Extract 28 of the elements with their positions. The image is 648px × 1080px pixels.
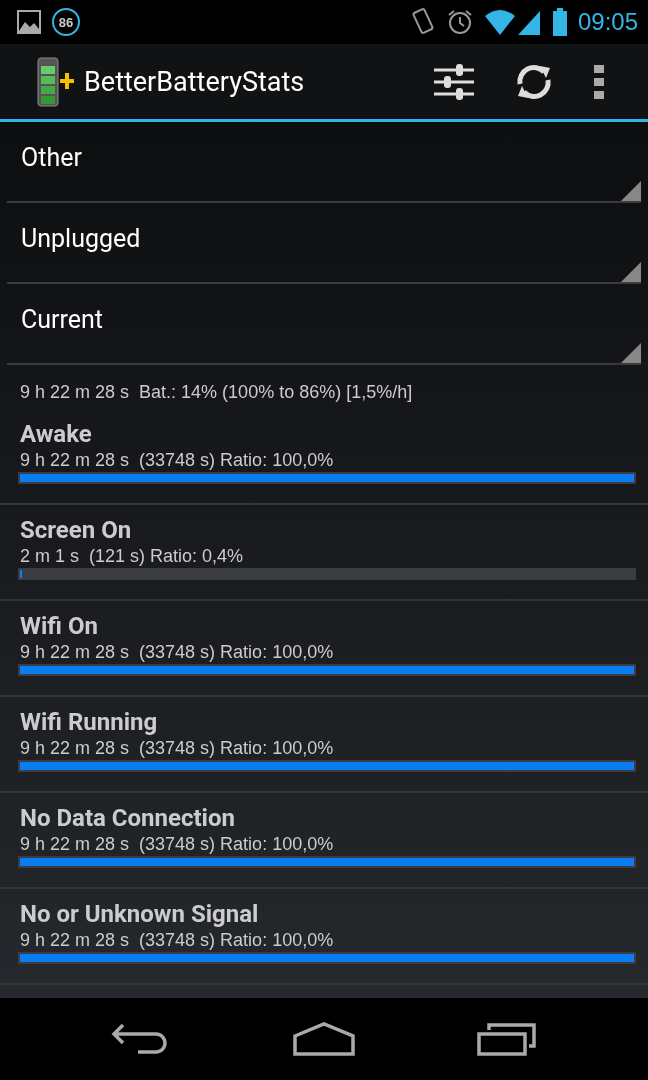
stat-title: Wifi Running [20, 708, 159, 736]
dropdown-spinner[interactable]: Current [7, 284, 641, 365]
vibrate-phone-icon [409, 7, 436, 37]
battery-summary: 9 h 22 m 28 s Bat.: 14% (100% to 86%) [1,5%/h] [19, 381, 414, 404]
stat-title: Wifi On [20, 612, 99, 640]
dropdown-corner-icon [621, 343, 641, 363]
notification-badge: 86 [52, 8, 80, 36]
dropdown-corner-icon [621, 181, 641, 201]
app-title: BetterBatteryStats [84, 65, 306, 98]
stat-detail: 9 h 22 m 28 s (33748 s) Ratio: 100,0% [20, 641, 335, 664]
stat-detail: 9 h 22 m 28 s (33748 s) Ratio: 100,0% [20, 833, 335, 856]
stat-detail: 9 h 22 m 28 s (33748 s) Ratio: 100,0% [20, 737, 335, 760]
stat-title: No Data Connection [20, 804, 236, 832]
stat-detail: 9 h 22 m 28 s (33748 s) Ratio: 100,0% [20, 929, 335, 952]
dropdown-spinner[interactable]: Other [7, 122, 641, 203]
stat-title: Awake [20, 420, 93, 448]
wifi-signal-icon [483, 8, 542, 36]
clock-time: 09:05 [577, 8, 638, 36]
dropdown-spinner[interactable]: Unplugged [7, 203, 641, 284]
battery-plus-logo-icon [34, 55, 74, 108]
stat-title: No or Unknown Signal [20, 900, 260, 928]
dropdown-corner-icon [621, 262, 641, 282]
stat-detail: 2 m 1 s (121 s) Ratio: 0,4% [20, 545, 245, 568]
picture-notification-icon [16, 9, 42, 35]
overflow-menu-icon [593, 63, 605, 100]
stat-detail: 9 h 22 m 28 s (33748 s) Ratio: 100,0% [20, 449, 335, 472]
battery-icon [551, 8, 568, 36]
stat-title: Screen On [20, 516, 133, 544]
